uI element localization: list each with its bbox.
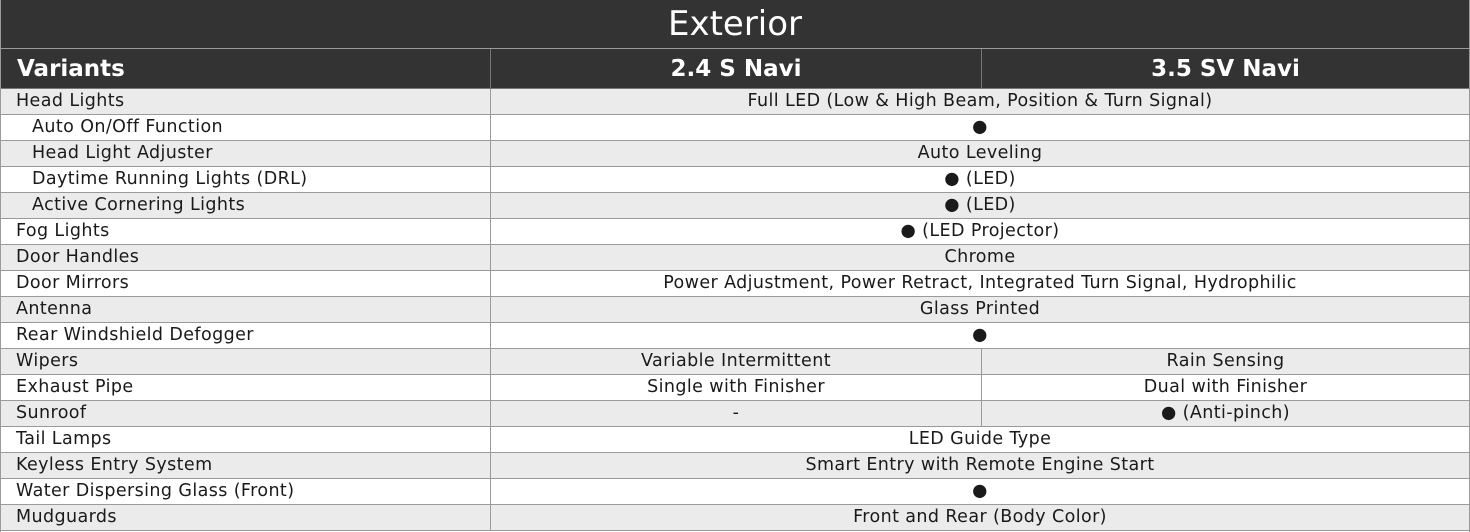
table-row: Door Mirrors Power Adjustment, Power Retr… [1,271,1469,297]
table-row: Daytime Running Lights (DRL) ● (LED) [1,167,1469,193]
row-value-both-variants: ● (LED Projector) [900,221,1060,241]
row-label: Exhaust Pipe [1,375,491,400]
table-row: Auto On/Off Function ● [1,115,1469,141]
row-label: Sunroof [1,401,491,426]
table-row: Mudguards Front and Rear (Body Color) [1,505,1469,531]
table-row: Fog Lights ● (LED Projector) [1,219,1469,245]
table-row: Head Light Adjuster Auto Leveling [1,141,1469,167]
row-label: Active Cornering Lights [1,193,491,218]
row-label: Tail Lamps [1,427,491,452]
table-row: Wipers Variable Intermittent Rain Sensing [1,349,1469,375]
table-row: Active Cornering Lights ● (LED) [1,193,1469,219]
row-value-both-variants: Front and Rear (Body Color) [853,507,1107,527]
row-value-variant-1: Variable Intermittent [491,349,982,374]
row-label: Fog Lights [1,219,491,244]
row-value-both-variants: ● [972,481,988,501]
row-label: Door Mirrors [1,271,491,296]
row-label: Water Dispersing Glass (Front) [1,479,491,504]
row-value-both-variants: Power Adjustment, Power Retract, Integra… [663,273,1297,293]
row-value-variant-2: ● (Anti-pinch) [1161,403,1290,423]
row-value-both-variants: ● (LED) [944,195,1016,215]
row-label: Head Lights [1,89,491,114]
table-body: Head Lights Full LED (Low & High Beam, Po… [1,89,1469,531]
row-label: Daytime Running Lights (DRL) [1,167,491,192]
row-label: Antenna [1,297,491,322]
table-row: Antenna Glass Printed [1,297,1469,323]
row-value-both-variants: ● (LED) [944,169,1016,189]
row-value-variant-1: Single with Finisher [491,375,982,400]
spec-table: Exterior Variants 2.4 S Navi 3.5 SV Navi… [0,0,1470,532]
row-value-both-variants: ● [972,325,988,345]
row-label: Rear Windshield Defogger [1,323,491,348]
row-value-both-variants: LED Guide Type [908,429,1052,449]
table-row: Rear Windshield Defogger ● [1,323,1469,349]
row-value-both-variants: Glass Printed [919,299,1041,319]
row-value-both-variants: Auto Leveling [917,143,1043,163]
header-variants: Variants [1,49,491,88]
row-label: Keyless Entry System [1,453,491,478]
table-header-row: Variants 2.4 S Navi 3.5 SV Navi [1,49,1469,89]
table-row: Door Handles Chrome [1,245,1469,271]
table-row: Water Dispersing Glass (Front) ● [1,479,1469,505]
table-row: Head Lights Full LED (Low & High Beam, Po… [1,89,1469,115]
row-value-both-variants: Full LED (Low & High Beam, Position & Tu… [747,91,1213,111]
row-value-variant-2: Dual with Finisher [1143,377,1308,397]
row-value-both-variants: Chrome [944,247,1016,267]
header-variant-35-sv-navi: 3.5 SV Navi [1151,56,1300,82]
header-variant-24-s-navi: 2.4 S Navi [491,49,982,88]
row-value-both-variants: Smart Entry with Remote Engine Start [805,455,1155,475]
row-label: Head Light Adjuster [1,141,491,166]
table-row: Keyless Entry System Smart Entry with Rem… [1,453,1469,479]
table-title: Exterior [1,0,1469,49]
row-value-variant-1: - [491,401,982,426]
row-value-both-variants: ● [972,117,988,137]
row-value-variant-2: Rain Sensing [1166,351,1285,371]
row-label: Wipers [1,349,491,374]
row-label: Auto On/Off Function [1,115,491,140]
row-label: Door Handles [1,245,491,270]
table-row: Sunroof - ● (Anti-pinch) [1,401,1469,427]
table-row: Tail Lamps LED Guide Type [1,427,1469,453]
table-row: Exhaust Pipe Single with Finisher Dual wit… [1,375,1469,401]
row-label: Mudguards [1,505,491,530]
